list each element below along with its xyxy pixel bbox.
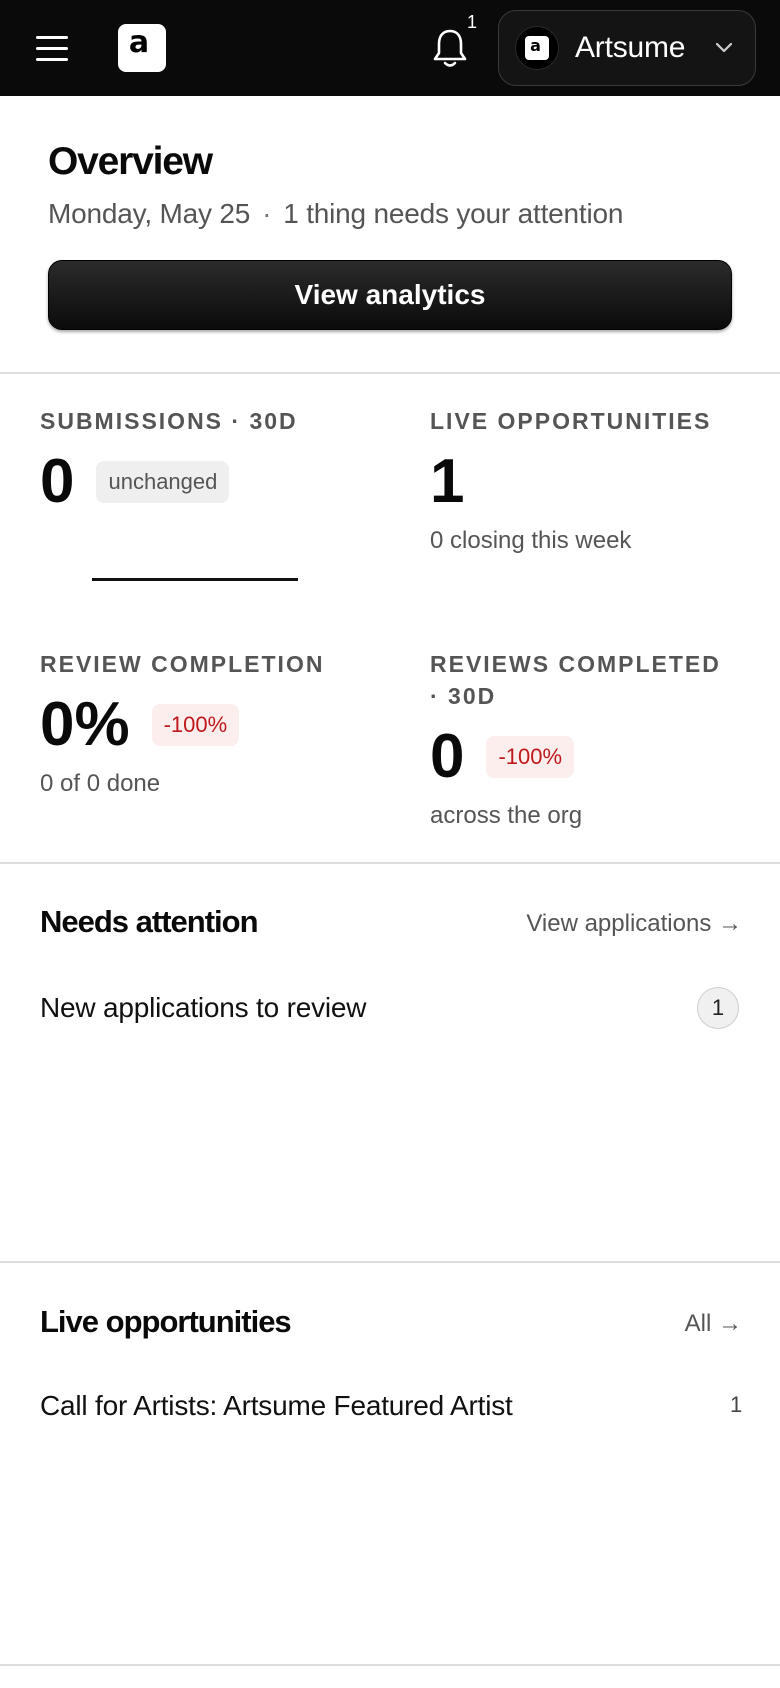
overview-subline: Monday, May 25 · 1 thing needs your atte…: [48, 198, 732, 230]
trend-badge: unchanged: [96, 461, 230, 503]
stat-subtext: across the org: [430, 802, 583, 829]
stat-value: 0%: [40, 690, 130, 759]
all-opportunities-link[interactable]: All →: [685, 1310, 742, 1338]
logo-letter: a: [128, 25, 150, 60]
org-name: Artsume: [575, 31, 686, 64]
notification-count: 1: [467, 12, 478, 32]
overview-date: Monday, May 25: [48, 198, 251, 229]
bell-icon[interactable]: [430, 26, 470, 70]
stat-value: 0: [40, 447, 75, 516]
trend-badge: -100%: [486, 736, 575, 778]
separator-dot: ·: [262, 198, 272, 229]
top-bar: a 1 a Artsume: [0, 0, 780, 96]
divider: [0, 1261, 780, 1263]
stat-label: SUBMISSIONS · 30D: [40, 408, 298, 434]
org-avatar-letter: a: [530, 35, 541, 55]
stat-value: 0: [430, 722, 465, 791]
stat-label: REVIEW COMPLETION: [40, 651, 325, 677]
count-badge: 1: [697, 987, 739, 1029]
stat-subtext: 0 closing this week: [430, 527, 632, 554]
page-title: Overview: [48, 140, 213, 183]
view-analytics-button[interactable]: View analytics: [48, 260, 732, 330]
attention-summary: 1 thing needs your attention: [283, 198, 624, 229]
list-item[interactable]: New applications to review: [40, 992, 366, 1024]
divider: [0, 862, 780, 864]
submissions-sparkline: [92, 578, 298, 581]
app-logo[interactable]: a: [118, 24, 166, 72]
item-count: 1: [730, 1392, 743, 1417]
stat-submissions: SUBMISSIONS · 30D 0 unchanged: [40, 405, 370, 513]
stat-value: 1: [430, 447, 465, 516]
stat-label: REVIEWS COMPLETED: [430, 651, 721, 677]
hamburger-menu-icon[interactable]: [36, 28, 76, 68]
divider: [0, 372, 780, 374]
stat-subtext: 0 of 0 done: [40, 770, 161, 797]
list-item[interactable]: Call for Artists: Artsume Featured Artis…: [40, 1390, 513, 1422]
stat-live-opportunities: LIVE OPPORTUNITIES 1 0 closing this week: [430, 405, 760, 555]
stat-label: LIVE OPPORTUNITIES: [430, 408, 712, 434]
overview-section: Overview Monday, May 25 · 1 thing needs …: [48, 140, 732, 230]
needs-attention-title: Needs attention: [40, 904, 259, 939]
stat-label-suffix: · 30D: [430, 683, 497, 709]
stat-reviews-completed: REVIEWS COMPLETED · 30D 0 -100% across t…: [430, 648, 760, 830]
divider: [0, 1664, 780, 1666]
stat-review-completion: REVIEW COMPLETION 0% -100% 0 of 0 done: [40, 648, 380, 798]
org-avatar: a: [515, 26, 559, 70]
chevron-down-icon: [715, 42, 733, 53]
org-switcher-button[interactable]: a Artsume: [498, 10, 756, 86]
view-applications-link[interactable]: View applications →: [526, 910, 742, 938]
live-opportunities-title: Live opportunities: [40, 1304, 292, 1339]
trend-badge: -100%: [151, 704, 240, 746]
